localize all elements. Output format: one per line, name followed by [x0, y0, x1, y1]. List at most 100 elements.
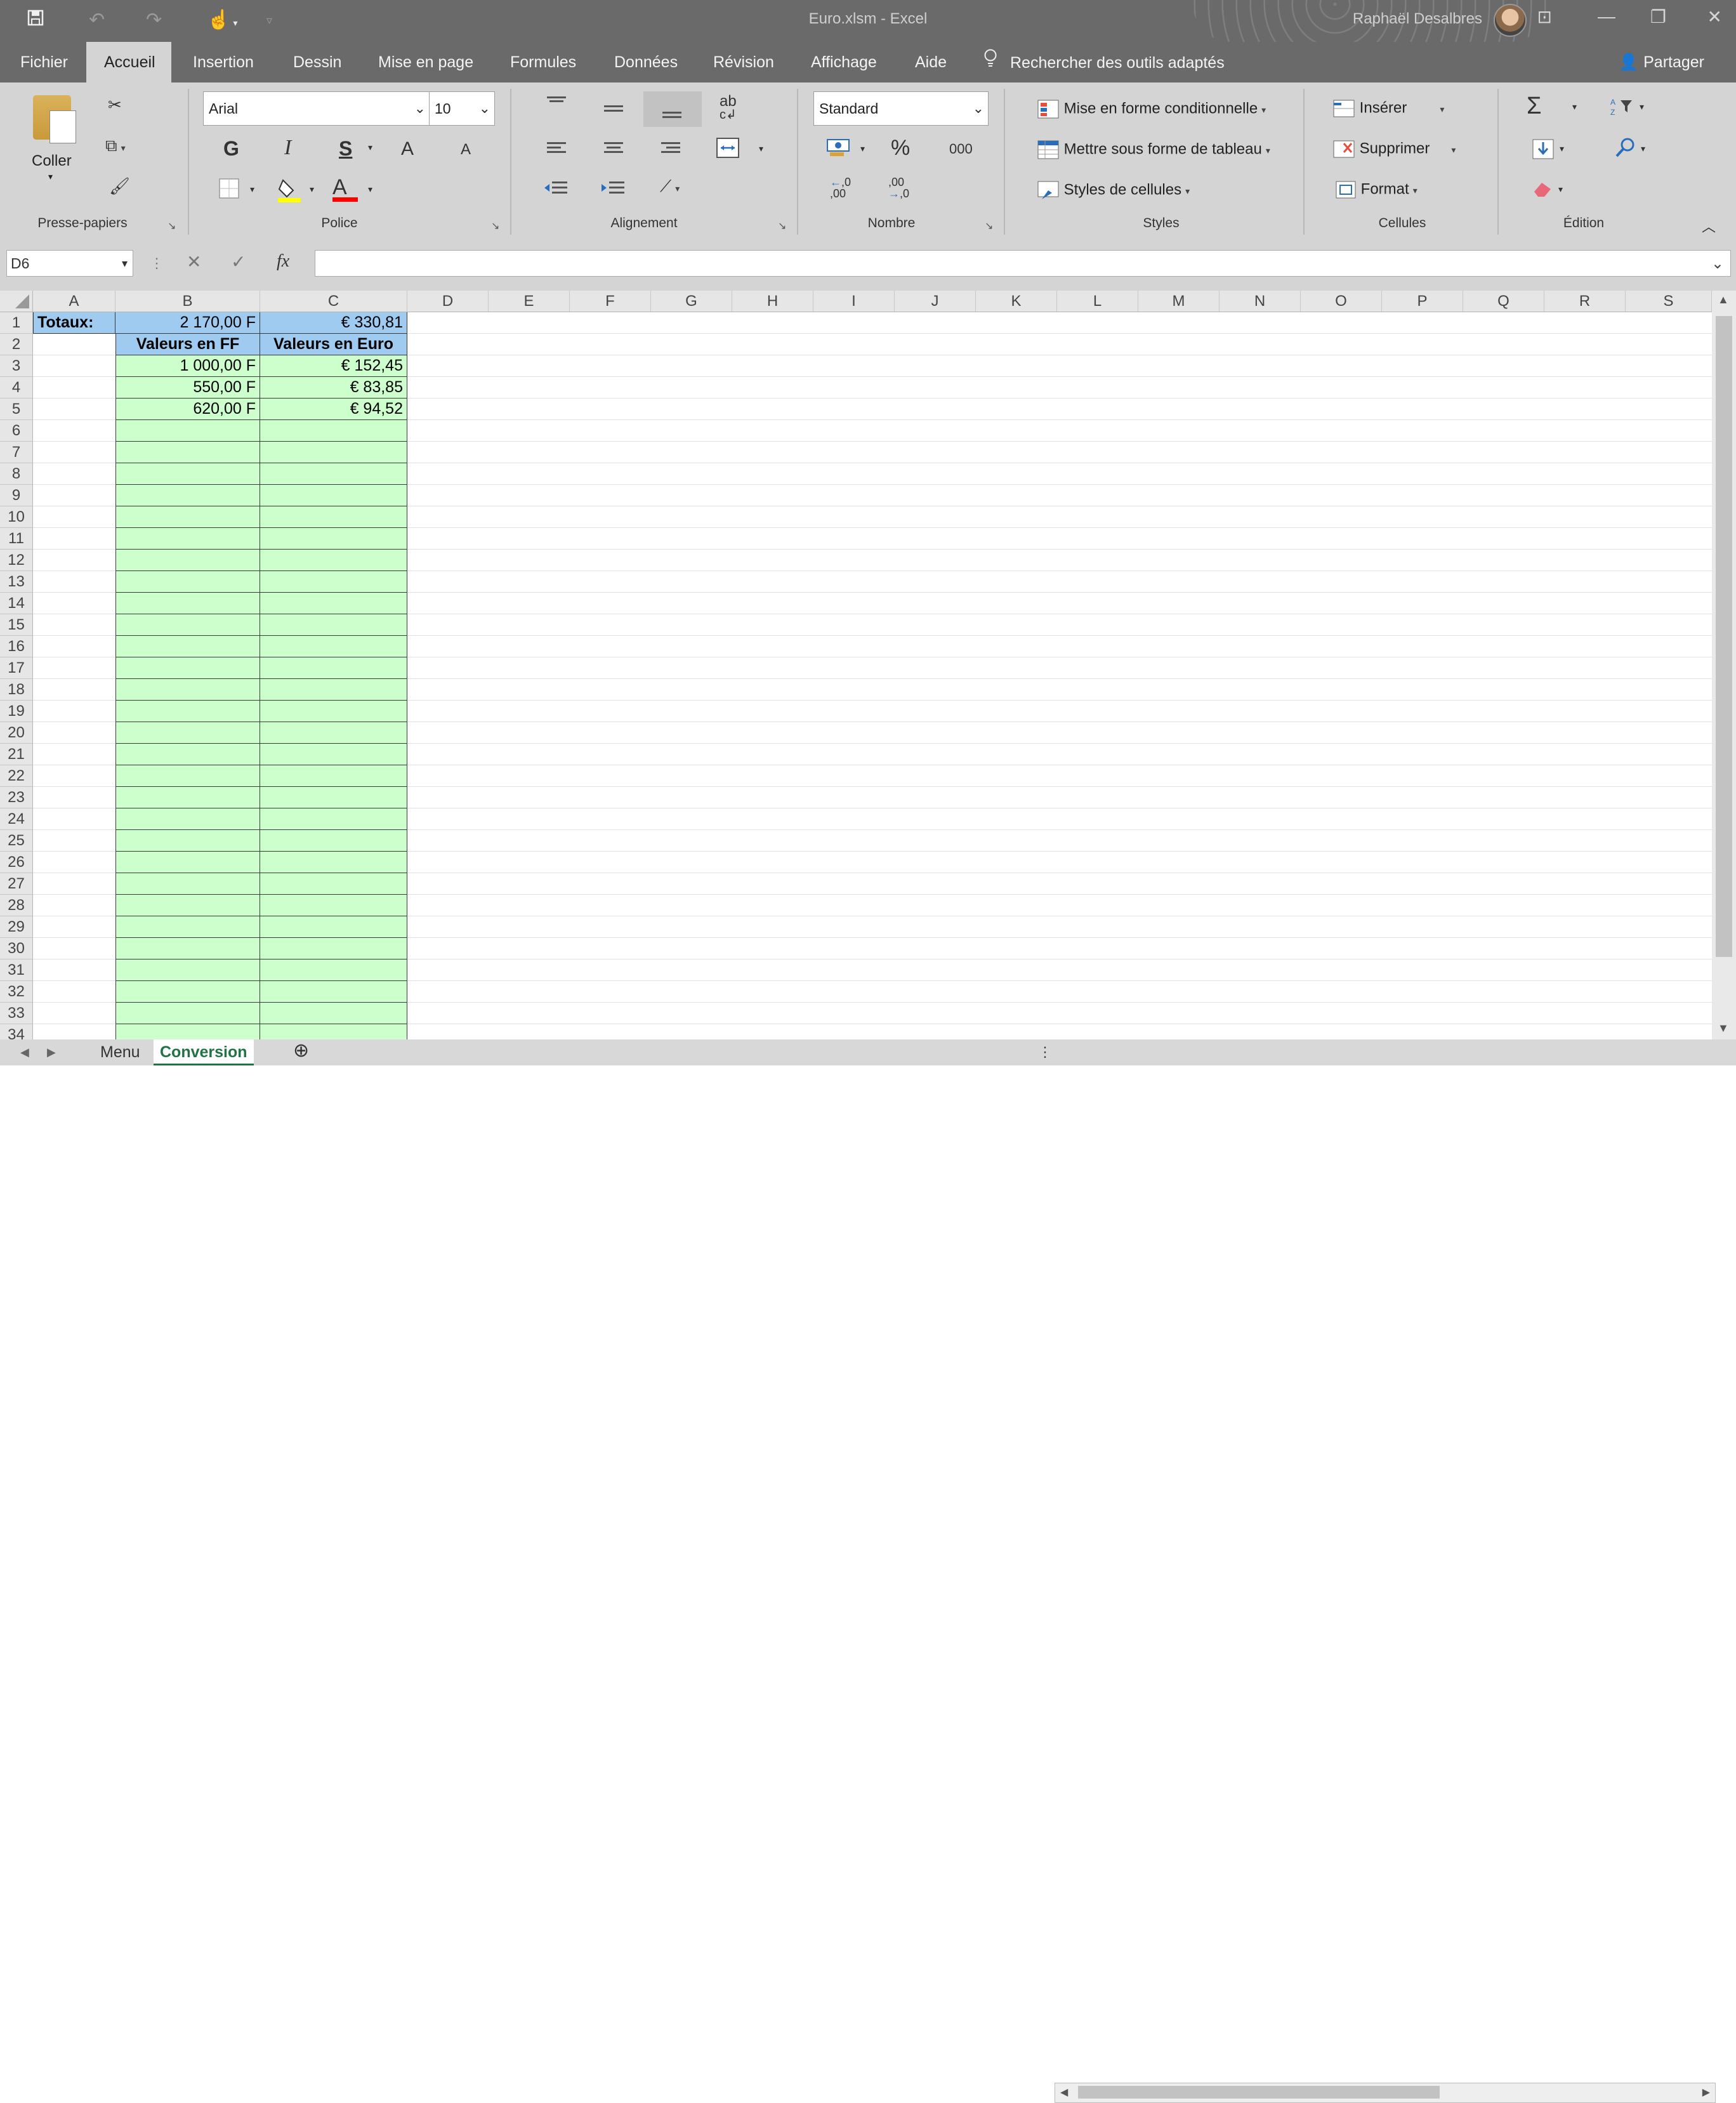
row-header[interactable]: 11	[0, 528, 33, 550]
cell-b10[interactable]	[115, 506, 260, 528]
font-color-icon[interactable]: A	[332, 175, 358, 202]
row-header[interactable]: 22	[0, 765, 33, 787]
borders-icon[interactable]	[218, 178, 240, 204]
cell-c13[interactable]	[260, 571, 407, 593]
cell-c26[interactable]	[260, 852, 407, 873]
next-sheet-icon[interactable]: ▶	[41, 1039, 62, 1065]
cell-c32[interactable]	[260, 981, 407, 1003]
font-launcher-icon[interactable]: ↘	[491, 220, 499, 232]
cell-c21[interactable]	[260, 744, 407, 765]
more-options-icon[interactable]: ⋮	[150, 255, 164, 272]
row-header[interactable]: 9	[0, 485, 33, 506]
format-painter-icon[interactable]: 🖌	[109, 176, 130, 196]
cell-b7[interactable]	[115, 442, 260, 463]
cancel-icon[interactable]: ✕	[187, 251, 201, 272]
cell-b22[interactable]	[115, 765, 260, 787]
tab-affichage[interactable]: Affichage	[793, 42, 895, 82]
shrink-font-button[interactable]: A	[461, 141, 471, 159]
row-header[interactable]: 18	[0, 679, 33, 701]
row-header[interactable]: 12	[0, 550, 33, 571]
cell-c11[interactable]	[260, 528, 407, 550]
clipboard-launcher-icon[interactable]: ↘	[168, 220, 176, 232]
row-header[interactable]: 20	[0, 722, 33, 744]
cell-b30[interactable]	[115, 938, 260, 959]
cell-c25[interactable]	[260, 830, 407, 852]
tab-revision[interactable]: Révision	[695, 42, 792, 82]
tab-dessin[interactable]: Dessin	[275, 42, 359, 82]
cell-c15[interactable]	[260, 614, 407, 636]
find-dropdown-icon[interactable]: ▾	[1641, 143, 1645, 154]
cell-c9[interactable]	[260, 485, 407, 506]
font-size-combo[interactable]: 10 ⌄	[429, 91, 495, 126]
cell-b27[interactable]	[115, 873, 260, 895]
currency-dropdown-icon[interactable]: ▾	[860, 143, 865, 154]
cell-b18[interactable]	[115, 679, 260, 701]
cell-b21[interactable]	[115, 744, 260, 765]
percent-button[interactable]: %	[891, 136, 910, 161]
cell-b6[interactable]	[115, 420, 260, 442]
wrap-text-icon[interactable]: ab c↲	[720, 94, 737, 122]
cell-c14[interactable]	[260, 593, 407, 614]
cell-c31[interactable]	[260, 959, 407, 981]
autosum-button[interactable]: Σ	[1527, 93, 1542, 120]
cell-b12[interactable]	[115, 550, 260, 571]
font-name-combo[interactable]: Arial ⌄	[203, 91, 430, 126]
cell-b24[interactable]	[115, 808, 260, 830]
row-header[interactable]: 4	[0, 377, 33, 399]
insert-function-button[interactable]: fx	[277, 251, 289, 272]
increase-indent-icon[interactable]	[600, 179, 626, 201]
sheet-tab-menu[interactable]: Menu	[94, 1039, 147, 1065]
find-select-icon[interactable]	[1614, 136, 1637, 163]
chevron-down-icon[interactable]: ⌄	[973, 92, 984, 125]
scroll-thumb[interactable]	[1716, 316, 1732, 957]
cell-styles-button[interactable]: Styles de cellules ▾	[1037, 180, 1190, 201]
paste-dropdown-icon[interactable]: ▾	[48, 171, 53, 182]
sort-filter-icon[interactable]: AZ	[1610, 96, 1636, 121]
fill-color-icon[interactable]	[277, 176, 302, 208]
decrease-decimal-button[interactable]: ,00 →,0	[888, 176, 909, 199]
scroll-right-icon[interactable]: ▶	[1702, 2086, 1710, 2099]
column-header[interactable]: N	[1220, 291, 1301, 312]
chevron-down-icon[interactable]: ⌄	[479, 92, 490, 125]
align-right-icon[interactable]	[660, 141, 681, 161]
name-box[interactable]: D6 ▾	[6, 250, 133, 277]
cell-c28[interactable]	[260, 895, 407, 916]
fill-down-icon[interactable]	[1532, 138, 1555, 164]
column-header[interactable]: A	[33, 291, 115, 312]
paste-icon[interactable]	[33, 95, 76, 143]
row-header[interactable]: 30	[0, 938, 33, 959]
cell-b32[interactable]	[115, 981, 260, 1003]
column-header[interactable]: O	[1301, 291, 1382, 312]
user-name[interactable]: Raphaël Desalbres	[1353, 10, 1482, 28]
column-header[interactable]: R	[1544, 291, 1626, 312]
grow-font-button[interactable]: A	[401, 138, 414, 160]
tab-accueil[interactable]: Accueil	[86, 42, 171, 82]
paste-button[interactable]: Coller	[32, 152, 72, 170]
row-header[interactable]: 16	[0, 636, 33, 657]
row-header[interactable]: 5	[0, 399, 33, 420]
scroll-thumb[interactable]	[1078, 2086, 1440, 2099]
row-header[interactable]: 28	[0, 895, 33, 916]
column-header[interactable]: C	[260, 291, 407, 312]
cell-b33[interactable]	[115, 1003, 260, 1024]
cell-b4[interactable]: 550,00 F	[115, 377, 260, 399]
cell-b31[interactable]	[115, 959, 260, 981]
row-header[interactable]: 21	[0, 744, 33, 765]
cell-b2[interactable]: Valeurs en FF	[115, 334, 260, 355]
horizontal-scrollbar[interactable]: ◀ ▶	[1055, 2083, 1716, 2103]
minimize-icon[interactable]: —	[1598, 6, 1615, 27]
column-header[interactable]: B	[115, 291, 260, 312]
cell-c30[interactable]	[260, 938, 407, 959]
row-header[interactable]: 3	[0, 355, 33, 377]
chevron-down-icon[interactable]: ⌄	[1711, 254, 1724, 273]
delete-cells-button[interactable]: Supprimer ▾	[1332, 140, 1456, 159]
cell-c18[interactable]	[260, 679, 407, 701]
thousands-separator-button[interactable]: 000	[949, 141, 973, 157]
cell-c33[interactable]	[260, 1003, 407, 1024]
cell-c19[interactable]	[260, 701, 407, 722]
tab-formules[interactable]: Formules	[492, 42, 594, 82]
insert-cells-button[interactable]: Insérer ▾	[1332, 99, 1444, 118]
enter-icon[interactable]: ✓	[231, 251, 246, 272]
italic-button[interactable]: I	[284, 136, 291, 160]
copy-icon[interactable]: ⧉ ▾	[105, 136, 126, 156]
